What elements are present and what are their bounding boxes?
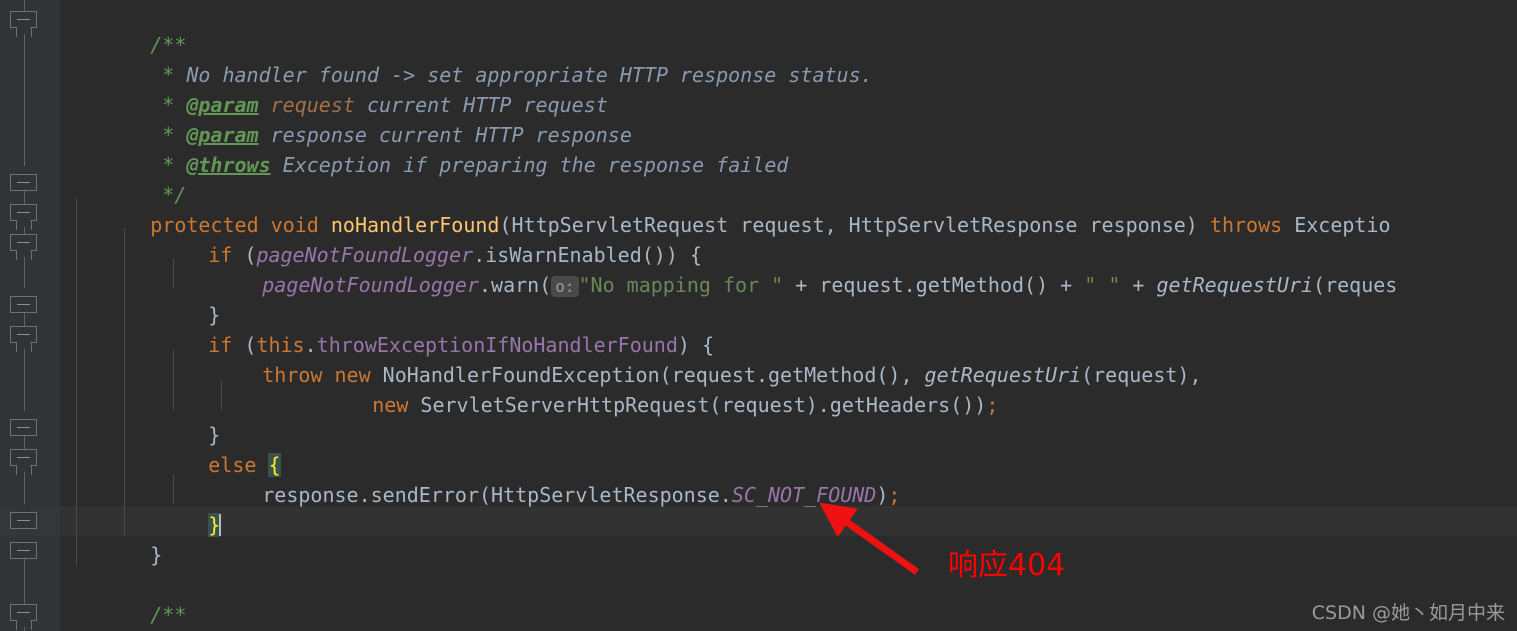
code-line-logger-warn[interactable]: pageNotFoundLogger.warn(o: "No mapping fo… bbox=[190, 240, 1397, 297]
annotation-label-404: 响应404 bbox=[948, 548, 1066, 583]
constructor-servlet-server-http-request: ServletServerHttpRequest(request).getHea… bbox=[408, 393, 987, 417]
code-line-javadoc-description[interactable]: * No handler found -> set appropriate HT… bbox=[90, 30, 872, 87]
fold-marker-expand[interactable] bbox=[10, 411, 39, 443]
fold-marker-expand[interactable] bbox=[10, 534, 39, 566]
code-line-if-warn-enabled[interactable]: if (pageNotFoundLogger.isWarnEnabled()) … bbox=[136, 210, 702, 267]
operator-plus: + bbox=[1048, 273, 1085, 297]
variable-response: response bbox=[262, 483, 359, 507]
text-caret bbox=[219, 514, 222, 536]
fold-marker-collapse[interactable] bbox=[10, 598, 39, 630]
string-no-mapping-for: "No mapping for " bbox=[578, 273, 784, 297]
editor-text-area[interactable]: /** * No handler found -> set appropriat… bbox=[60, 0, 1517, 631]
fold-marker-collapse[interactable] bbox=[10, 320, 39, 352]
string-space: " " bbox=[1084, 273, 1121, 297]
code-line-method-signature[interactable]: protected void noHandlerFound(HttpServle… bbox=[78, 180, 1390, 237]
code-line-javadoc-param-response[interactable]: * @param response current HTTP response bbox=[90, 90, 632, 147]
brace-close: } bbox=[150, 543, 163, 567]
code-line-else[interactable]: else { bbox=[136, 420, 281, 477]
fold-marker-collapse[interactable] bbox=[10, 228, 39, 260]
operator-plus: + bbox=[783, 273, 820, 297]
parameter-name-hint: o: bbox=[551, 276, 579, 297]
semicolon: ; bbox=[986, 393, 999, 417]
javadoc-throws-text: if preparing the response failed bbox=[391, 153, 789, 177]
editor-gutter[interactable] bbox=[0, 0, 60, 631]
fold-marker-collapse[interactable] bbox=[10, 198, 39, 230]
operator-plus: + bbox=[1120, 273, 1157, 297]
field-pageNotFoundLogger: pageNotFoundLogger bbox=[262, 273, 479, 297]
exception-type: Exceptio bbox=[1294, 213, 1391, 237]
code-line-throw-exception[interactable]: throw new NoHandlerFoundException(reques… bbox=[190, 330, 1201, 387]
csdn-watermark: CSDN @她丶如月中来 bbox=[1311, 602, 1505, 624]
code-line-javadoc-close[interactable]: */ bbox=[90, 150, 186, 207]
code-line-close-brace-current[interactable]: } bbox=[136, 480, 222, 537]
fold-marker-expand[interactable] bbox=[10, 288, 39, 320]
javadoc-open-token: /** bbox=[150, 603, 187, 627]
paren-close: ) bbox=[876, 483, 889, 507]
code-editor-screenshot: /** * No handler found -> set appropriat… bbox=[0, 0, 1517, 631]
current-line-highlight bbox=[60, 506, 1517, 536]
code-line-javadoc-open-next[interactable]: /** bbox=[78, 570, 186, 627]
call-warn: .warn( bbox=[479, 273, 552, 297]
keyword-new: new bbox=[372, 393, 409, 417]
call-argument-request: (reques bbox=[1313, 273, 1398, 297]
call-argument-request: (request), bbox=[1081, 363, 1202, 387]
fold-marker-expand[interactable] bbox=[10, 504, 39, 536]
code-line-javadoc-throws[interactable]: * @throws Exception if preparing the res… bbox=[90, 120, 788, 177]
constant-SC_NOT_FOUND: SC_NOT_FOUND bbox=[731, 483, 877, 507]
code-line-close-brace-2[interactable]: } bbox=[136, 390, 220, 447]
code-line-if-throw-exception[interactable]: if (this.throwExceptionIfNoHandlerFound)… bbox=[136, 300, 714, 357]
javadoc-tag-throws: @throws bbox=[186, 153, 271, 177]
fold-marker-collapse[interactable] bbox=[10, 5, 39, 37]
indent-guide bbox=[124, 228, 125, 536]
code-line-close-brace-method[interactable]: } bbox=[78, 510, 162, 567]
javadoc-throws-type: Exception bbox=[270, 153, 392, 177]
fold-marker-expand[interactable] bbox=[10, 166, 39, 198]
code-line-send-error[interactable]: response.sendError(HttpServletResponse.S… bbox=[190, 450, 900, 507]
expr-request-getMethod: request.getMethod() bbox=[819, 273, 1049, 297]
method-getRequestUri: getRequestUri bbox=[1156, 273, 1314, 297]
call-sendError: .sendError(HttpServletResponse. bbox=[358, 483, 732, 507]
semicolon: ; bbox=[888, 483, 901, 507]
code-line-new-servlet-request[interactable]: new ServletServerHttpRequest(request).ge… bbox=[300, 360, 998, 417]
code-line-javadoc-open[interactable]: /** bbox=[78, 0, 186, 57]
fold-marker-collapse[interactable] bbox=[10, 443, 39, 475]
code-line-javadoc-param-request[interactable]: * @param request current HTTP request bbox=[90, 60, 608, 117]
code-line-close-brace-1[interactable]: } bbox=[136, 270, 220, 327]
indent-guide bbox=[76, 198, 77, 566]
keyword-throws: throws bbox=[1209, 213, 1283, 237]
